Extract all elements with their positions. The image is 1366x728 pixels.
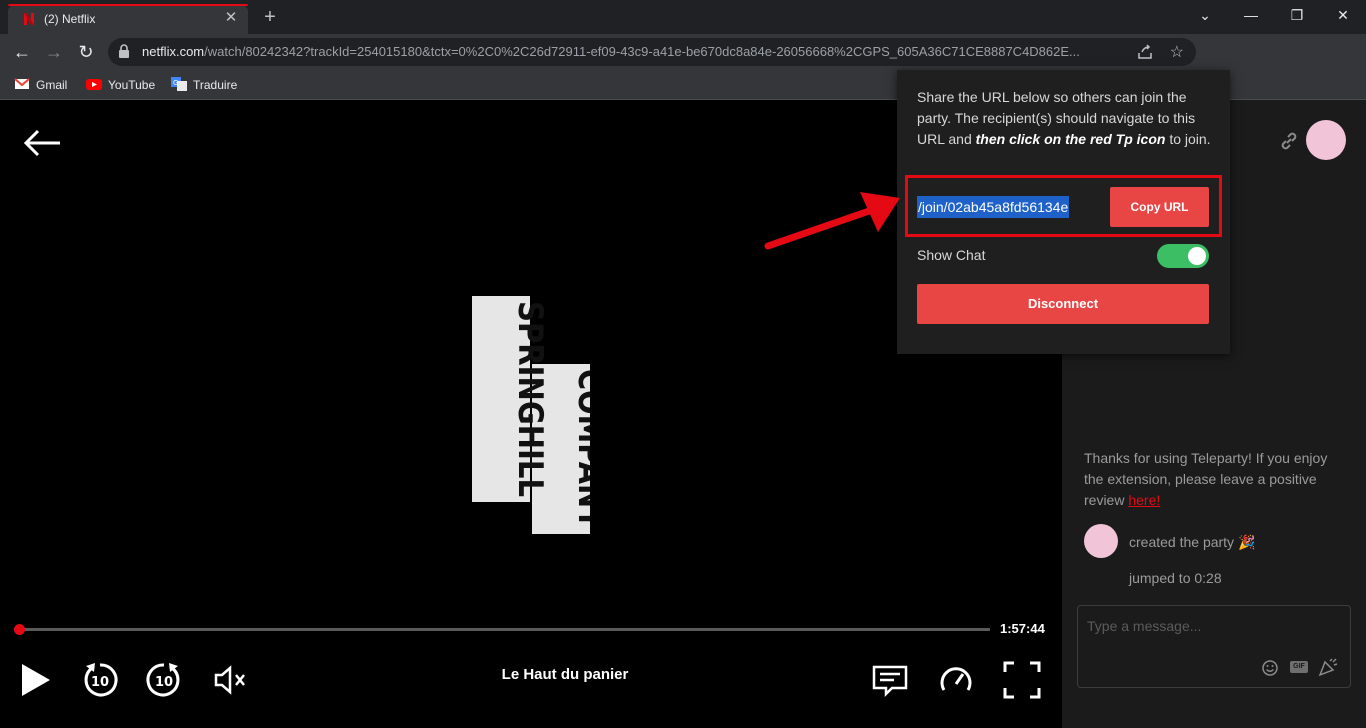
bookmark-star-icon[interactable]: ☆ xyxy=(1170,42,1184,62)
browser-toolbar: ← → ↻ netflix.com/watch/80242342?trackId… xyxy=(0,34,1366,99)
address-bar[interactable]: netflix.com/watch/80242342?trackId=25401… xyxy=(108,38,1196,66)
desc-bold: then click on the red Tp icon xyxy=(975,131,1166,147)
new-tab-button[interactable]: + xyxy=(258,6,282,28)
bookmark-gmail[interactable]: Gmail xyxy=(14,76,67,94)
restore-icon[interactable]: ❐ xyxy=(1274,0,1320,30)
progress-bar[interactable] xyxy=(18,628,990,631)
time-remaining: 1:57:44 xyxy=(1000,621,1045,636)
logo-line2: COMPANY xyxy=(570,369,590,529)
window-close-icon[interactable]: ✕ xyxy=(1320,0,1366,30)
copy-url-button[interactable]: Copy URL xyxy=(1110,187,1209,227)
chat-input-placeholder: Type a message... xyxy=(1087,618,1202,634)
url-text: netflix.com/watch/80242342?trackId=25401… xyxy=(142,44,1128,59)
party-popper-icon[interactable] xyxy=(1318,657,1338,677)
fullscreen-icon[interactable] xyxy=(1002,660,1042,700)
tab-accent xyxy=(8,4,248,6)
event-created-party: created the party 🎉 xyxy=(1129,534,1256,550)
disconnect-button[interactable]: Disconnect xyxy=(917,284,1209,324)
emoji-icon[interactable] xyxy=(1262,660,1278,676)
play-icon[interactable] xyxy=(16,660,56,700)
share-icon[interactable] xyxy=(1136,43,1154,61)
share-instructions: Share the URL below so others can join t… xyxy=(917,87,1217,150)
subtitles-icon[interactable] xyxy=(870,660,910,700)
url-host: netflix.com xyxy=(142,44,205,59)
gif-icon[interactable]: GIF xyxy=(1290,661,1308,673)
user-avatar[interactable] xyxy=(1306,120,1346,160)
rewind-10-icon[interactable]: 10 xyxy=(80,660,120,700)
event-jumped: jumped to 0:28 xyxy=(1129,570,1222,586)
join-url-field[interactable]: /join/02ab45a8fd56134e xyxy=(917,196,1095,218)
reload-icon[interactable]: ↻ xyxy=(72,38,100,66)
bookmark-traduire[interactable]: G Traduire xyxy=(171,76,237,94)
lock-icon xyxy=(119,44,129,58)
teleparty-popup: Share the URL below so others can join t… xyxy=(897,70,1230,354)
url-path: /watch/80242342?trackId=254015180&tctx=0… xyxy=(204,44,1080,59)
forward-seconds: 10 xyxy=(155,675,173,690)
toggle-knob xyxy=(1188,247,1206,265)
tab-search-icon[interactable]: ⌄ xyxy=(1182,0,1228,30)
forward-icon[interactable]: → xyxy=(40,38,68,66)
episode-title: Le Haut du panier xyxy=(501,666,629,683)
link-icon[interactable] xyxy=(1278,130,1300,152)
rewind-seconds: 10 xyxy=(91,675,109,690)
playback-speed-icon[interactable] xyxy=(936,660,976,700)
back-arrow-icon[interactable] xyxy=(22,128,62,158)
back-icon[interactable]: ← xyxy=(8,38,36,66)
show-chat-label: Show Chat xyxy=(917,247,986,263)
minimize-icon[interactable]: — xyxy=(1228,0,1274,30)
tab-title: (2) Netflix xyxy=(44,12,96,26)
forward-10-icon[interactable]: 10 xyxy=(144,660,184,700)
bookmark-label: Traduire xyxy=(193,78,238,92)
svg-text:G: G xyxy=(173,79,178,87)
netflix-favicon-icon xyxy=(24,13,34,25)
review-link[interactable]: here! xyxy=(1128,492,1160,508)
tab-strip: (2) Netflix ✕ + ⌄ — ❐ ✕ xyxy=(0,0,1366,34)
red-arrow-annotation-icon xyxy=(764,192,900,250)
springhill-company-logo: SPRINGHILL COMPANY xyxy=(472,296,590,534)
volume-muted-icon[interactable] xyxy=(210,660,250,700)
gmail-icon xyxy=(14,78,30,89)
welcome-message: Thanks for using Teleparty! If you enjoy… xyxy=(1084,448,1344,511)
logo-line1: SPRINGHILL xyxy=(510,301,550,497)
tab-close-icon[interactable]: ✕ xyxy=(222,9,240,27)
welcome-text: Thanks for using Teleparty! If you enjoy… xyxy=(1084,450,1328,508)
progress-scrubber[interactable] xyxy=(14,624,25,635)
show-chat-toggle[interactable] xyxy=(1157,244,1209,268)
bookmark-youtube[interactable]: YouTube xyxy=(86,76,155,94)
bookmark-label: Gmail xyxy=(36,78,68,92)
bookmark-label: YouTube xyxy=(108,78,156,92)
join-url-text: /join/02ab45a8fd56134e xyxy=(917,196,1070,218)
translate-icon: G xyxy=(171,77,187,91)
desc-part2: to join. xyxy=(1165,131,1211,147)
youtube-icon xyxy=(86,79,102,90)
event-avatar xyxy=(1084,524,1118,558)
browser-tab[interactable]: (2) Netflix ✕ xyxy=(8,4,248,34)
chat-message-input[interactable]: Type a message... GIF xyxy=(1077,605,1351,688)
